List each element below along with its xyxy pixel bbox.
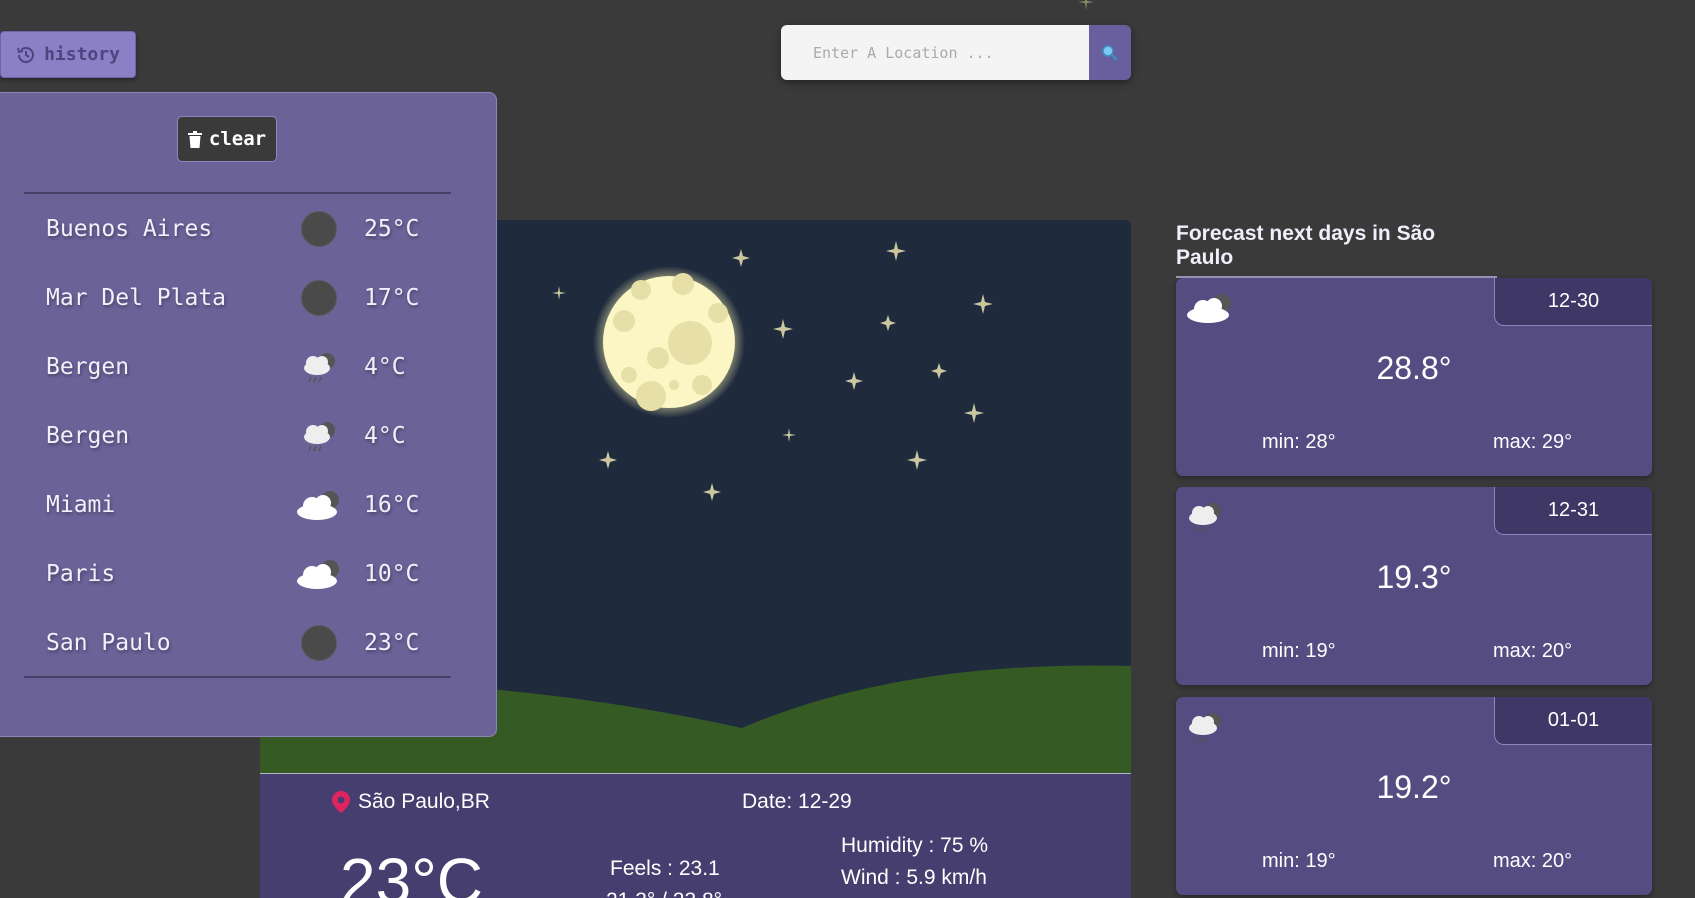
forecast-card: 12-30 28.8° min: 28° max: 29°: [1176, 278, 1652, 476]
humidity: Humidity : 75 %: [841, 834, 989, 857]
wind: Wind : 5.9 km/h: [841, 866, 987, 889]
history-temp: 17°C: [364, 285, 420, 311]
star-decoration: [1078, 0, 1094, 10]
forecast-date: 12-30: [1494, 278, 1652, 326]
rain-cloud-icon: [1189, 713, 1221, 743]
trash-icon: [187, 130, 202, 148]
current-temp: 23°C: [340, 845, 483, 898]
forecast-title: Forecast next days in São Paulo: [1176, 222, 1497, 278]
history-item[interactable]: San Paulo 23°C: [46, 613, 446, 673]
location-pin-icon: [332, 791, 350, 813]
history-panel: clear Buenos Aires 25°C Mar Del Plata 17…: [0, 92, 497, 737]
location-label: São Paulo,BR: [358, 790, 490, 813]
rain-cloud-icon: [304, 353, 335, 383]
forecast-max: max: 29°: [1493, 431, 1573, 453]
history-city: Bergen: [46, 423, 130, 449]
history-city: San Paulo: [46, 630, 171, 656]
forecast-card: 12-31 19.3° min: 19° max: 20°: [1176, 487, 1652, 685]
rain-cloud-icon: [1189, 503, 1221, 533]
cloud-icon: [297, 491, 339, 520]
forecast-date: 12-31: [1494, 487, 1652, 535]
search-bar: [781, 25, 1131, 80]
forecast-min: min: 28°: [1262, 431, 1336, 453]
forecast-temp: 19.3°: [1376, 559, 1452, 595]
history-city: Paris: [46, 561, 116, 587]
search-icon: [1102, 44, 1118, 61]
history-temp: 10°C: [364, 561, 420, 587]
moon-icon: [301, 280, 337, 316]
history-temp: 4°C: [364, 354, 406, 380]
history-temp: 23°C: [364, 630, 420, 656]
search-button[interactable]: [1089, 25, 1131, 80]
current-date: Date: 12-29: [742, 790, 852, 813]
history-item[interactable]: Bergen 4°C: [46, 406, 446, 466]
rain-cloud-icon: [304, 422, 335, 452]
moon-icon: [593, 266, 745, 418]
forecast-max: max: 20°: [1493, 850, 1573, 872]
clear-label: clear: [208, 128, 267, 150]
location: São Paulo,BR: [332, 790, 490, 814]
history-button-label: history: [44, 44, 120, 65]
divider: [24, 676, 451, 678]
history-item[interactable]: Mar Del Plata 17°C: [46, 268, 446, 328]
clear-button[interactable]: clear: [177, 116, 277, 162]
history-city: Miami: [46, 492, 116, 518]
history-city: Buenos Aires: [46, 216, 213, 242]
history-item[interactable]: Miami 16°C: [46, 475, 446, 535]
feels-like: Feels : 23.1: [610, 857, 720, 880]
cloud-icon: [297, 560, 339, 589]
cloud-icon: [1187, 294, 1231, 323]
moon-icon: [301, 211, 337, 247]
history-item[interactable]: Paris 10°C: [46, 544, 446, 604]
forecast-temp: 28.8°: [1376, 350, 1452, 386]
search-input[interactable]: [781, 25, 1089, 80]
history-temp: 25°C: [364, 216, 420, 242]
forecast-min: min: 19°: [1262, 850, 1336, 872]
forecast-temp: 19.2°: [1376, 769, 1452, 805]
history-temp: 4°C: [364, 423, 406, 449]
history-item[interactable]: Buenos Aires 25°C: [46, 199, 446, 259]
history-temp: 16°C: [364, 492, 420, 518]
min-max: 21.3° / 23.8°: [606, 889, 722, 898]
divider: [24, 192, 451, 194]
moon-icon: [301, 625, 337, 661]
history-city: Bergen: [46, 354, 130, 380]
forecast-min: min: 19°: [1262, 640, 1336, 662]
history-button[interactable]: history: [0, 31, 136, 78]
history-item[interactable]: Bergen 4°C: [46, 337, 446, 397]
forecast-card: 01-01 19.2° min: 19° max: 20°: [1176, 697, 1652, 895]
current-weather-panel: São Paulo,BR Date: 12-29 23°C Feels : 23…: [260, 773, 1131, 898]
forecast-max: max: 20°: [1493, 640, 1573, 662]
history-icon: [17, 46, 35, 63]
forecast-date: 01-01: [1494, 697, 1652, 745]
history-city: Mar Del Plata: [46, 285, 227, 311]
